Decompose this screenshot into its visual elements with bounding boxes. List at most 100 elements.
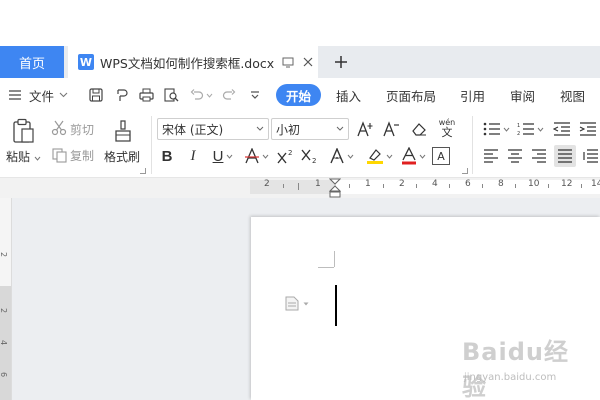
distributed-align-icon[interactable] — [582, 147, 600, 165]
font-size-select[interactable]: 小初 — [271, 118, 349, 140]
scissors-icon[interactable] — [50, 119, 68, 137]
ruler-tick — [548, 184, 549, 188]
tab-references[interactable]: 引用 — [460, 78, 485, 112]
print-icon[interactable] — [139, 78, 154, 112]
character-border-icon[interactable]: A — [432, 147, 450, 165]
decrease-indent-icon[interactable] — [552, 120, 572, 138]
chevron-down-icon — [34, 156, 41, 161]
italic-button[interactable]: I — [184, 146, 202, 166]
chevron-down-icon — [256, 126, 264, 131]
new-tab-button[interactable] — [330, 51, 352, 73]
align-center-icon[interactable] — [506, 147, 524, 165]
save-icon[interactable] — [89, 78, 103, 112]
paste-label: 粘贴 — [6, 150, 31, 164]
phonetic-guide-icon[interactable]: wén 文 — [436, 118, 458, 140]
baidu-watermark: Baidu经验 jingyan.baidu.com — [462, 332, 592, 400]
ruler-tick — [449, 184, 450, 188]
export-pdf-icon[interactable] — [115, 78, 129, 112]
subscript-icon[interactable]: 2 — [300, 146, 320, 166]
increase-indent-icon[interactable] — [578, 120, 598, 138]
tab-review[interactable]: 审阅 — [510, 78, 535, 112]
ruler-number: 6 — [0, 372, 8, 377]
undo-icon[interactable] — [190, 78, 213, 112]
bold-button[interactable]: B — [158, 146, 176, 166]
ruler-number: 2 — [0, 308, 8, 313]
format-painter-icon[interactable] — [110, 117, 136, 145]
ruler-number: 4 — [0, 340, 8, 345]
font-name-select[interactable]: 宋体 (正文) — [157, 118, 269, 140]
format-painter-button[interactable]: 格式刷 — [104, 148, 140, 165]
font-color-icon[interactable] — [398, 146, 428, 166]
text-effects-icon[interactable] — [328, 146, 356, 166]
redo-icon[interactable] — [222, 78, 236, 112]
decrease-font-size-icon[interactable] — [382, 119, 402, 139]
tab-insert[interactable]: 插入 — [336, 78, 361, 112]
paste-button[interactable]: 粘贴 — [6, 148, 41, 165]
ruler-number: 12 — [561, 179, 573, 189]
clear-formatting-icon[interactable] — [408, 119, 430, 139]
chevron-down-icon — [347, 154, 354, 159]
tab-start[interactable]: 开始 — [276, 84, 322, 106]
ruler-tick — [383, 184, 384, 188]
tab-page-layout-label: 页面布局 — [386, 88, 437, 104]
highlight-color-icon[interactable] — [364, 146, 394, 166]
tab-home[interactable]: 首页 — [0, 46, 64, 78]
menu-file-label: 文件 — [29, 88, 55, 104]
align-left-icon[interactable] — [482, 147, 500, 165]
copy-icon[interactable] — [50, 146, 68, 164]
cut-button[interactable]: 剪切 — [70, 121, 94, 138]
copy-button[interactable]: 复制 — [70, 147, 94, 164]
text-cursor — [335, 285, 337, 326]
indent-marker-icon[interactable] — [329, 178, 341, 198]
justify-icon[interactable] — [554, 145, 576, 167]
watermark-main-text: Baidu经验 — [462, 338, 569, 400]
ruler-number: 10 — [528, 179, 540, 189]
ribbon-separator — [151, 116, 152, 174]
print-preview-icon[interactable] — [164, 78, 179, 112]
chevron-down-icon — [206, 93, 213, 98]
increase-font-size-icon[interactable] — [356, 119, 376, 139]
ruler-number: 8 — [498, 179, 504, 189]
window-mode-icon[interactable] — [282, 56, 294, 68]
tab-page-layout[interactable]: 页面布局 — [386, 78, 436, 112]
font-size-value: 小初 — [276, 122, 301, 137]
paragraph-options-icon[interactable] — [285, 296, 309, 311]
margin-mark — [334, 251, 335, 267]
tab-home-label: 首页 — [18, 56, 45, 72]
margin-mark — [318, 267, 334, 268]
underline-button[interactable]: U — [208, 146, 238, 166]
ruler-margin-area — [250, 180, 336, 194]
ruler-tick — [482, 184, 483, 188]
font-dialog-launcher-icon[interactable] — [462, 168, 468, 174]
svg-text:1: 1 — [517, 123, 520, 129]
ruler-number: 2 — [0, 252, 8, 257]
svg-text:2: 2 — [517, 131, 520, 136]
vertical-ruler[interactable]: 2 2 4 6 — [0, 198, 12, 400]
svg-text:2: 2 — [288, 149, 292, 157]
paste-icon[interactable] — [8, 116, 38, 146]
clipboard-dialog-launcher-icon[interactable] — [140, 168, 146, 174]
ruler-tick — [581, 184, 582, 188]
ruler-tick — [298, 183, 299, 190]
horizontal-ruler[interactable]: 2 1 1 2 4 6 8 10 12 14 — [0, 178, 600, 198]
ruler-number: 1 — [315, 179, 321, 189]
svg-text:2: 2 — [312, 157, 316, 164]
quick-access-dropdown-icon[interactable] — [250, 78, 260, 112]
hamburger-menu-icon[interactable] — [8, 78, 22, 112]
chevron-down-icon — [537, 127, 543, 132]
superscript-icon[interactable]: 2 — [276, 146, 296, 166]
tab-document[interactable]: W WPS文档如何制作搜索框.docx — [68, 46, 318, 78]
strikethrough-button[interactable] — [242, 146, 272, 166]
numbered-list-icon[interactable]: 12 — [516, 120, 544, 138]
document-tab-title: WPS文档如何制作搜索框.docx — [100, 55, 275, 71]
close-tab-icon[interactable] — [302, 56, 314, 68]
top-blank-area — [0, 0, 600, 46]
bullet-list-icon[interactable] — [482, 120, 510, 138]
tab-start-label: 开始 — [286, 88, 312, 104]
chevron-down-icon — [59, 92, 68, 98]
align-right-icon[interactable] — [530, 147, 548, 165]
tab-view[interactable]: 视图 — [560, 78, 585, 112]
chevron-down-icon — [227, 154, 233, 159]
menu-file[interactable]: 文件 — [29, 78, 68, 112]
chevron-down-icon — [419, 154, 425, 159]
